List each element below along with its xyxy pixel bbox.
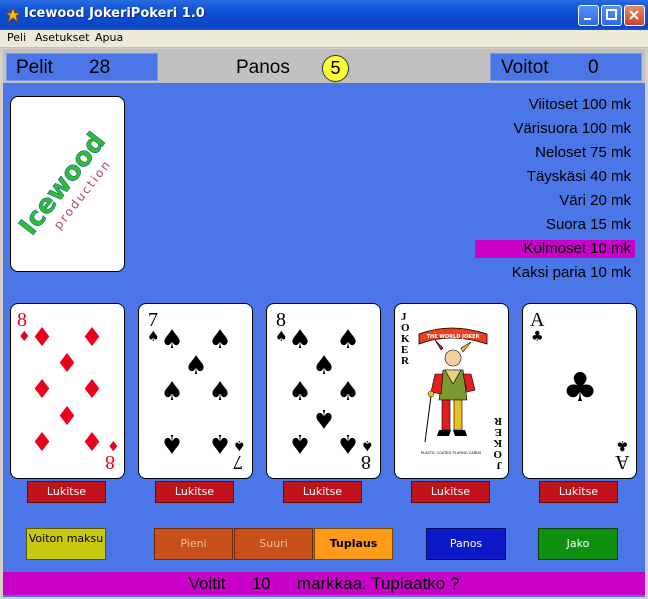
app-icon[interactable] [4,6,22,24]
paytable-row: Kaksi paria 10 mk [511,264,631,281]
card-5-rank-bottom: A [615,451,630,473]
card-5-center-pip: ♣ [562,365,598,411]
card-1-rank: 8 [17,309,27,331]
card-2-pip: ♠ [184,351,208,381]
menu-apua[interactable]: Apua [95,31,123,44]
paytable-row: Neloset 75 mk [535,144,631,161]
card-2-pip: ♠ [208,377,232,407]
close-button[interactable] [624,5,645,26]
card-2-pip: ♠ [160,325,184,355]
card-2-pip: ♠ [208,325,232,355]
minimize-button[interactable] [578,5,599,26]
card-2-pip: ♠ [160,428,184,458]
card-2-pip: ♠ [208,428,232,458]
card-3[interactable]: 8 ♠ 8 ♠ ♠ ♠ ♠ ♠ ♠ ♠ ♠ ♠ [266,303,381,479]
bet-button[interactable]: Panos [426,528,506,560]
joker-corner-letter: R [401,355,410,367]
joker-footer-text: PLASTIC COATED PLAYING CARDS [421,451,482,455]
card-2[interactable]: 7 ♠ 7 ♠ ♠ ♠ ♠ ♠ ♠ ♠ ♠ [138,303,253,479]
card-1[interactable]: 8 ♦ 8 ♦ ♦ ♦ ♦ ♦ ♦ ♦ ♦ ♦ [10,303,125,479]
status-won-label: Voitit [188,574,226,593]
card-3-pip: ♠ [288,325,312,355]
hold-button-3[interactable]: Lukitse [283,481,362,503]
bet-label: Panos [236,57,290,78]
joker-corner-letter: R [493,415,502,427]
status-amount: 10 [251,574,271,593]
card-1-pip: ♦ [80,428,104,458]
payout-button[interactable]: Voiton maksu [26,528,106,560]
card-3-pip: ♠ [336,325,360,355]
paytable-row: Viitoset 100 mk [528,96,631,113]
card-4-joker[interactable]: J O K E R J O K E R THE WORLD JOKER PLAS… [394,303,509,479]
card-5-rank: A [530,309,545,331]
card-5[interactable]: A ♣ A ♣ ♣ [522,303,637,479]
hold-button-5[interactable]: Lukitse [539,481,618,503]
joker-banner-text: THE WORLD JOKER [427,334,480,340]
menu-bar: Peli Asetukset Apua [0,30,648,48]
card-1-pip: ♦ [80,323,104,353]
card-3-pip: ♠ [312,351,336,381]
paytable-row: Värisuora 100 mk [513,120,631,137]
paytable-row: Täyskäsi 40 mk [526,168,631,185]
card-3-pip: ♠ [336,428,360,458]
games-value: 28 [89,57,111,78]
low-button[interactable]: Pieni [154,528,233,560]
hold-button-2[interactable]: Lukitse [155,481,234,503]
wins-label: Voitot [501,57,549,78]
card-1-pip: ♦ [30,323,54,353]
card-5-corner-suit-bottom: ♣ [616,437,629,453]
card-1-pip: ♦ [80,375,104,405]
menu-asetukset[interactable]: Asetukset [35,31,90,44]
paytable-row: Suora 15 mk [545,216,631,233]
title-bar[interactable]: Icewood JokeriPokeri 1.0 [0,0,648,30]
paytable-row: Kolmoset 10 mk [475,240,635,258]
paytable-row: Väri 20 mk [559,192,631,209]
card-1-pip: ♦ [55,349,79,379]
card-1-pip: ♦ [30,428,54,458]
double-button[interactable]: Tuplaus [314,528,393,560]
hold-button-1[interactable]: Lukitse [27,481,106,503]
card-5-corner-suit: ♣ [531,329,544,345]
deal-button[interactable]: Jako [538,528,618,560]
games-box: Pelit 28 [6,53,158,81]
card-1-pip: ♦ [55,402,79,432]
menu-peli[interactable]: Peli [7,31,26,44]
status-bar: Voitit 10 markkaa. Tuplaatko ? [3,572,645,595]
jester-figure [424,339,476,443]
card-3-pip: ♠ [288,428,312,458]
maximize-button[interactable] [601,5,622,26]
games-label: Pelit [16,57,53,78]
card-3-pip: ♠ [288,377,312,407]
wins-box: Voitot 0 [490,53,642,81]
high-button[interactable]: Suuri [234,528,313,560]
bet-value: 5 [322,55,349,82]
wins-value: 0 [588,57,599,78]
card-2-pip: ♠ [160,377,184,407]
logo-card: Icewood production [10,96,125,272]
window-title: Icewood JokeriPokeri 1.0 [24,6,205,21]
card-3-pip: ♠ [312,403,336,433]
card-1-corner-suit-bottom: ♦ [107,437,120,453]
card-1-pip: ♦ [30,375,54,405]
card-3-pip: ♠ [336,377,360,407]
status-message: markkaa. Tuplaatko ? [296,574,460,593]
hold-button-4[interactable]: Lukitse [411,481,490,503]
